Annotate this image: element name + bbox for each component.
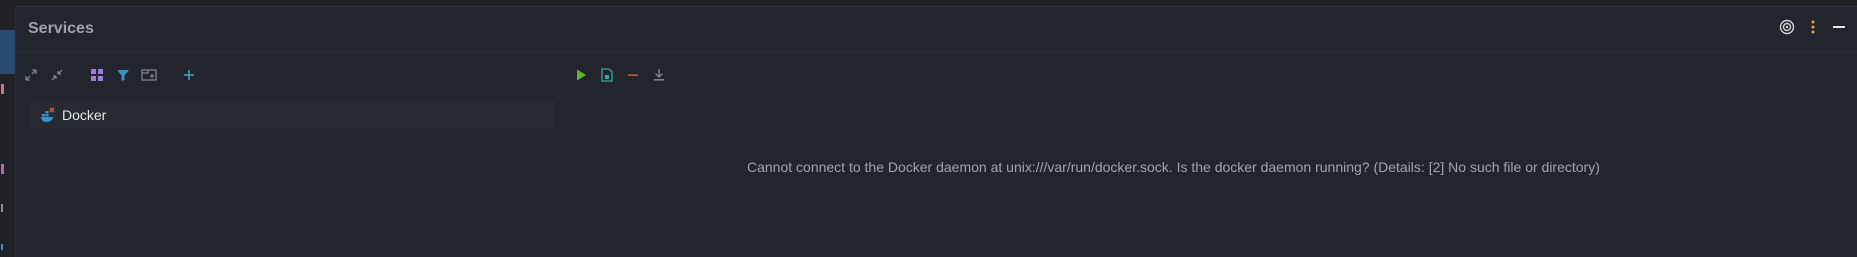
header-actions xyxy=(1779,19,1847,35)
expand-all-icon[interactable] xyxy=(22,66,40,84)
download-icon[interactable] xyxy=(650,66,668,84)
minimize-icon[interactable] xyxy=(1831,19,1847,35)
left-tool-strip xyxy=(0,6,16,257)
connection-error-message: Cannot connect to the Docker daemon at u… xyxy=(747,159,1600,175)
tree-item-label: Docker xyxy=(62,106,107,123)
collapse-all-icon[interactable] xyxy=(48,66,66,84)
new-tab-icon[interactable] xyxy=(140,66,158,84)
panel-title: Services xyxy=(28,20,94,37)
services-tool-button[interactable] xyxy=(0,30,15,74)
tool-marker-2[interactable] xyxy=(1,164,4,174)
tree-item-docker[interactable]: Docker xyxy=(30,101,555,128)
tool-marker-3[interactable] xyxy=(1,204,3,212)
tool-marker-1[interactable] xyxy=(1,84,4,94)
add-icon[interactable] xyxy=(180,66,198,84)
remove-icon[interactable] xyxy=(624,66,642,84)
deploy-icon[interactable] xyxy=(598,66,616,84)
target-icon[interactable] xyxy=(1779,19,1795,35)
filter-icon[interactable] xyxy=(114,66,132,84)
docker-icon xyxy=(40,106,56,123)
tree-toolbar xyxy=(22,64,198,86)
more-vertical-icon[interactable] xyxy=(1805,19,1821,35)
panel-header: Services xyxy=(15,6,1857,53)
tool-marker-4[interactable] xyxy=(1,244,3,250)
run-icon[interactable] xyxy=(572,66,590,84)
group-icon[interactable] xyxy=(88,66,106,84)
detail-toolbar xyxy=(572,64,668,86)
